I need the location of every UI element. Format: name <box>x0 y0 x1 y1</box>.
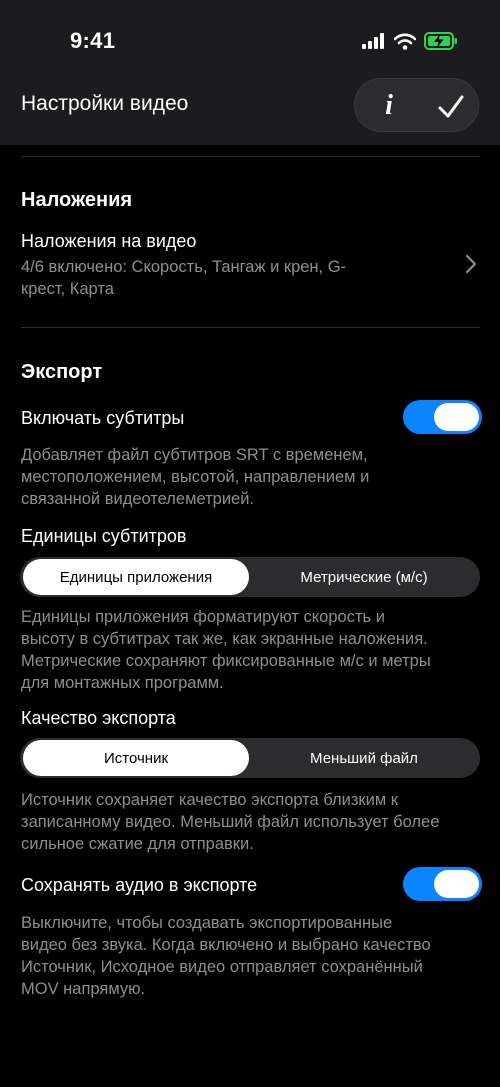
toggle-knob <box>434 403 479 431</box>
subtitles-toggle[interactable] <box>403 400 482 434</box>
segment-metric-units[interactable]: Метрические (м/с) <box>251 559 477 595</box>
video-overlays-value-line1: 4/6 включено: Скорость, Тангаж и крен, G… <box>21 258 347 276</box>
units-description-line4: для монтажных программ. <box>21 674 224 692</box>
subtitles-description-line1: Добавляет файл субтитров SRT с временем, <box>21 446 368 464</box>
video-overlays-title: Наложения на видео <box>21 231 197 251</box>
chevron-right-icon <box>465 254 477 274</box>
audio-description-line4: MOV напрямую. <box>21 980 146 998</box>
keep-audio-toggle-label: Сохранять аудио в экспорте <box>21 875 258 895</box>
subtitle-units-label: Единицы субтитров <box>21 526 187 546</box>
units-description-line1: Единицы приложения форматируют скорость … <box>21 608 385 626</box>
video-overlays-value-line2: крест, Карта <box>21 280 114 298</box>
video-overlays-row[interactable]: Наложения на видео 4/6 включено: Скорост… <box>0 225 500 305</box>
navigation-header: 9:41 Настройки видео i <box>0 0 500 145</box>
export-quality-label: Качество экспорта <box>21 708 176 728</box>
keep-audio-toggle[interactable] <box>403 867 482 901</box>
segment-app-units[interactable]: Единицы приложения <box>23 559 249 595</box>
audio-description-line2: видео без звука. Когда включено и выбран… <box>21 936 431 954</box>
section-title-overlays: Наложения <box>21 189 133 211</box>
audio-description-line3: Источник, Исходное видео отправляет сохр… <box>21 958 423 976</box>
page-title: Настройки видео <box>21 92 189 115</box>
status-icons <box>362 30 458 52</box>
units-description-line2: высоту в субтитрах так же, как экранные … <box>21 630 428 648</box>
segment-smaller-file[interactable]: Меньший файл <box>251 740 477 776</box>
divider <box>21 156 480 157</box>
checkmark-icon <box>438 95 464 118</box>
audio-description-line1: Выключите, чтобы создавать экспортирован… <box>21 914 393 932</box>
quality-description-line3: сильное сжатие для отправки. <box>21 835 254 853</box>
nav-actions-group: i <box>354 78 479 132</box>
done-button[interactable] <box>431 87 471 127</box>
status-time: 9:41 <box>70 28 116 53</box>
battery-charging-icon <box>424 32 457 50</box>
wifi-icon <box>394 33 416 50</box>
subtitle-units-segmented-control: Единицы приложения Метрические (м/с) <box>20 557 480 597</box>
divider <box>21 327 480 328</box>
quality-description-line2: записанному видео. Меньший файл использу… <box>21 813 440 831</box>
section-title-export: Экспорт <box>21 361 103 383</box>
segment-source-quality[interactable]: Источник <box>23 740 249 776</box>
subtitles-toggle-label: Включать субтитры <box>21 408 185 428</box>
export-quality-segmented-control: Источник Меньший файл <box>20 738 480 778</box>
cellular-signal-icon <box>362 33 384 49</box>
subtitles-description-line3: связанной видеотелеметрией. <box>21 490 255 508</box>
toggle-knob <box>434 870 479 898</box>
info-button[interactable]: i <box>369 85 409 127</box>
units-description-line3: Метрические сохраняют фиксированные м/с … <box>21 652 431 670</box>
quality-description-line1: Источник сохраняет качество экспорта бли… <box>21 791 399 809</box>
subtitles-description-line2: местоположением, высотой, направлением и <box>21 468 370 486</box>
